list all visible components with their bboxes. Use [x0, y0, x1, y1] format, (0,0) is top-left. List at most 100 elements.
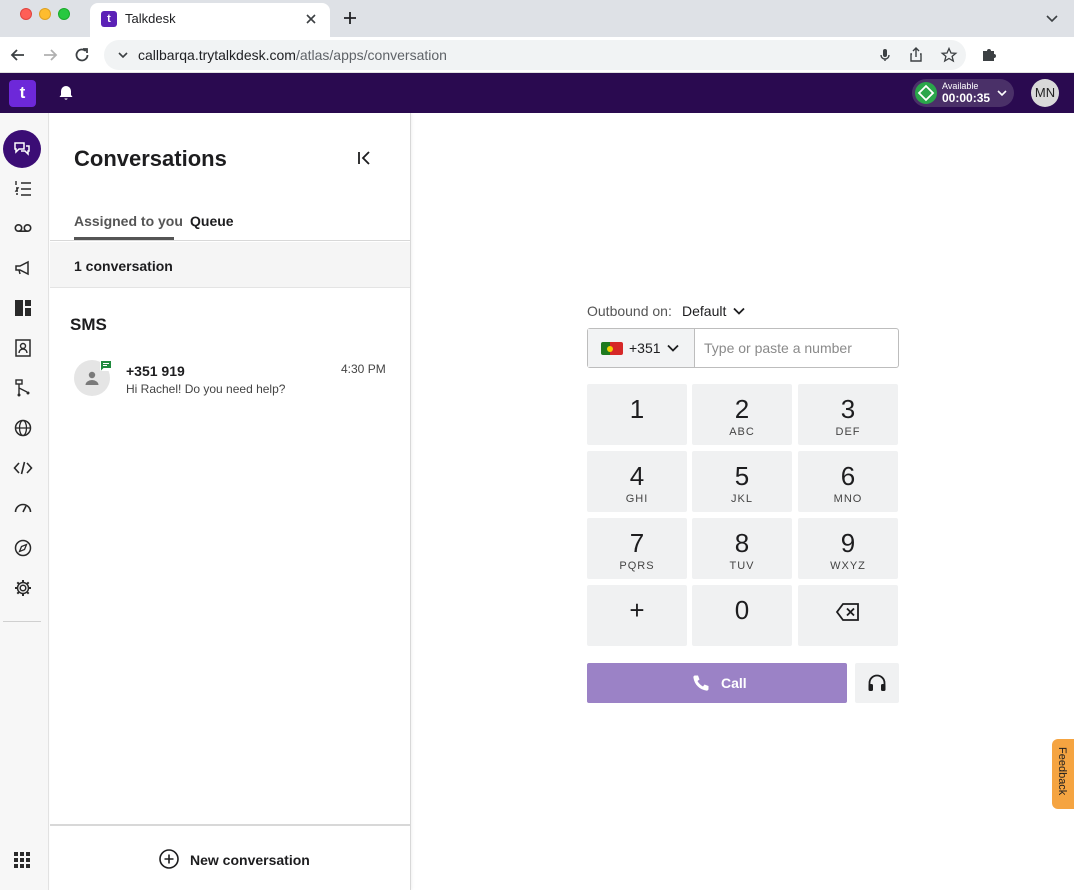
- gear-icon: [15, 580, 31, 596]
- key-letters: DEF: [835, 426, 861, 438]
- key-digit: 6: [840, 461, 856, 491]
- backspace-icon: [835, 603, 859, 621]
- key-7[interactable]: 7 PQRS: [587, 518, 687, 579]
- active-tab-indicator: [74, 237, 174, 240]
- key-plus[interactable]: +: [587, 585, 687, 646]
- nav-item-list[interactable]: [8, 173, 38, 203]
- key-5[interactable]: 5 JKL: [692, 451, 792, 512]
- key-6[interactable]: 6 MNO: [798, 451, 898, 512]
- list-item[interactable]: +351 919 Hi Rachel! Do you need help? 4:…: [50, 351, 410, 405]
- status-label: Available: [942, 81, 979, 91]
- nav-item-voicemail[interactable]: [8, 213, 38, 243]
- feedback-tab[interactable]: Feedback: [1052, 739, 1074, 809]
- dashboard-icon: [15, 300, 31, 316]
- bookmark-star-icon[interactable]: [940, 46, 958, 64]
- key-letters: TUV: [729, 560, 755, 572]
- phone-number-row: +351: [587, 328, 899, 368]
- nav-item-campaigns[interactable]: [8, 253, 38, 283]
- conversation-count: 1 conversation: [74, 258, 173, 274]
- outbound-number-dropdown[interactable]: Default: [682, 303, 726, 319]
- call-label: Call: [721, 675, 747, 691]
- key-backspace[interactable]: [798, 585, 898, 646]
- address-bar[interactable]: callbarqa.trytalkdesk.com/atlas/apps/con…: [104, 40, 966, 70]
- key-3[interactable]: 3 DEF: [798, 384, 898, 445]
- back-arrow-icon[interactable]: [8, 45, 28, 65]
- conversation-icon: [14, 142, 30, 156]
- call-button[interactable]: Call: [587, 663, 847, 703]
- user-avatar[interactable]: MN: [1031, 79, 1059, 107]
- forward-arrow-icon[interactable]: [40, 45, 60, 65]
- phone-number-input[interactable]: [696, 329, 898, 367]
- tab-close-icon[interactable]: [302, 10, 320, 28]
- key-letters: MNO: [833, 493, 863, 505]
- chevron-down-icon: [997, 90, 1007, 97]
- tab-queue[interactable]: Queue: [190, 213, 234, 229]
- voicemail-icon: [14, 224, 32, 233]
- nav-item-flows[interactable]: [8, 373, 38, 403]
- extensions-puzzle-icon[interactable]: [979, 45, 999, 65]
- window-zoom-button[interactable]: [58, 8, 70, 20]
- conversation-contact-name: +351 919: [126, 363, 185, 379]
- agent-status-dropdown[interactable]: Available 00:00:35: [912, 79, 1014, 107]
- talkdesk-logo[interactable]: t: [9, 80, 36, 107]
- conversations-panel: Conversations Assigned to you Queue 1 co…: [50, 113, 411, 890]
- chevron-down-icon[interactable]: [732, 304, 746, 318]
- key-digit: 8: [734, 528, 750, 558]
- window-minimize-button[interactable]: [39, 8, 51, 20]
- key-letters: WXYZ: [830, 560, 866, 572]
- key-1[interactable]: 1: [587, 384, 687, 445]
- portugal-flag-icon: [601, 342, 623, 355]
- key-letters: GHI: [625, 493, 649, 505]
- left-nav: [0, 113, 49, 890]
- key-4[interactable]: 4 GHI: [587, 451, 687, 512]
- key-letters: PQRS: [619, 560, 655, 572]
- nav-item-globe[interactable]: [8, 413, 38, 443]
- status-indicator: [915, 82, 937, 104]
- bell-icon[interactable]: [57, 84, 75, 102]
- key-0[interactable]: 0: [692, 585, 792, 646]
- tab-assigned-to-you[interactable]: Assigned to you: [74, 213, 183, 229]
- sms-channel-icon: [100, 359, 112, 371]
- megaphone-icon: [15, 260, 29, 276]
- conversation-timestamp: 4:30 PM: [341, 362, 386, 376]
- conversation-footer: New conversation: [50, 824, 410, 890]
- site-info-chevron-icon[interactable]: [116, 48, 130, 62]
- key-digit: +: [629, 595, 645, 625]
- nav-item-settings[interactable]: [8, 573, 38, 603]
- key-letters: JKL: [731, 493, 753, 505]
- apps-grid-icon[interactable]: [12, 850, 32, 870]
- talkdesk-favicon-icon: t: [101, 11, 117, 27]
- person-icon: [85, 371, 99, 385]
- collapse-panel-icon[interactable]: [354, 148, 374, 168]
- nav-item-dashboard[interactable]: [8, 293, 38, 323]
- reload-icon[interactable]: [72, 45, 92, 65]
- key-2[interactable]: 2 ABC: [692, 384, 792, 445]
- nav-item-performance[interactable]: [8, 493, 38, 523]
- browser-tab[interactable]: t Talkdesk: [90, 3, 330, 37]
- key-digit: 4: [629, 461, 645, 491]
- code-icon: [13, 461, 33, 475]
- page-title: Conversations: [74, 146, 227, 171]
- key-letters: ABC: [729, 426, 755, 438]
- url-path: /atlas/apps/conversation: [295, 47, 447, 63]
- key-9[interactable]: 9 WXYZ: [798, 518, 898, 579]
- window-close-button[interactable]: [20, 8, 32, 20]
- country-code-select[interactable]: +351: [588, 329, 695, 367]
- new-tab-icon[interactable]: [341, 9, 359, 27]
- key-8[interactable]: 8 TUV: [692, 518, 792, 579]
- nav-item-conversations[interactable]: [3, 130, 41, 168]
- key-digit: 3: [840, 394, 856, 424]
- conversation-tabs: Assigned to you Queue: [50, 211, 410, 241]
- headset-icon: [868, 674, 886, 691]
- headset-button[interactable]: [855, 663, 899, 703]
- tab-title: Talkdesk: [125, 11, 176, 26]
- chevron-down-icon[interactable]: [1044, 10, 1060, 26]
- key-digit: 9: [840, 528, 856, 558]
- share-icon[interactable]: [907, 46, 925, 64]
- new-conversation-label: New conversation: [190, 852, 310, 868]
- microphone-icon[interactable]: [876, 46, 894, 64]
- nav-item-developer[interactable]: [8, 453, 38, 483]
- nav-item-explore[interactable]: [8, 533, 38, 563]
- nav-item-contacts[interactable]: [8, 333, 38, 363]
- browser-tabstrip: t Talkdesk: [0, 0, 1074, 37]
